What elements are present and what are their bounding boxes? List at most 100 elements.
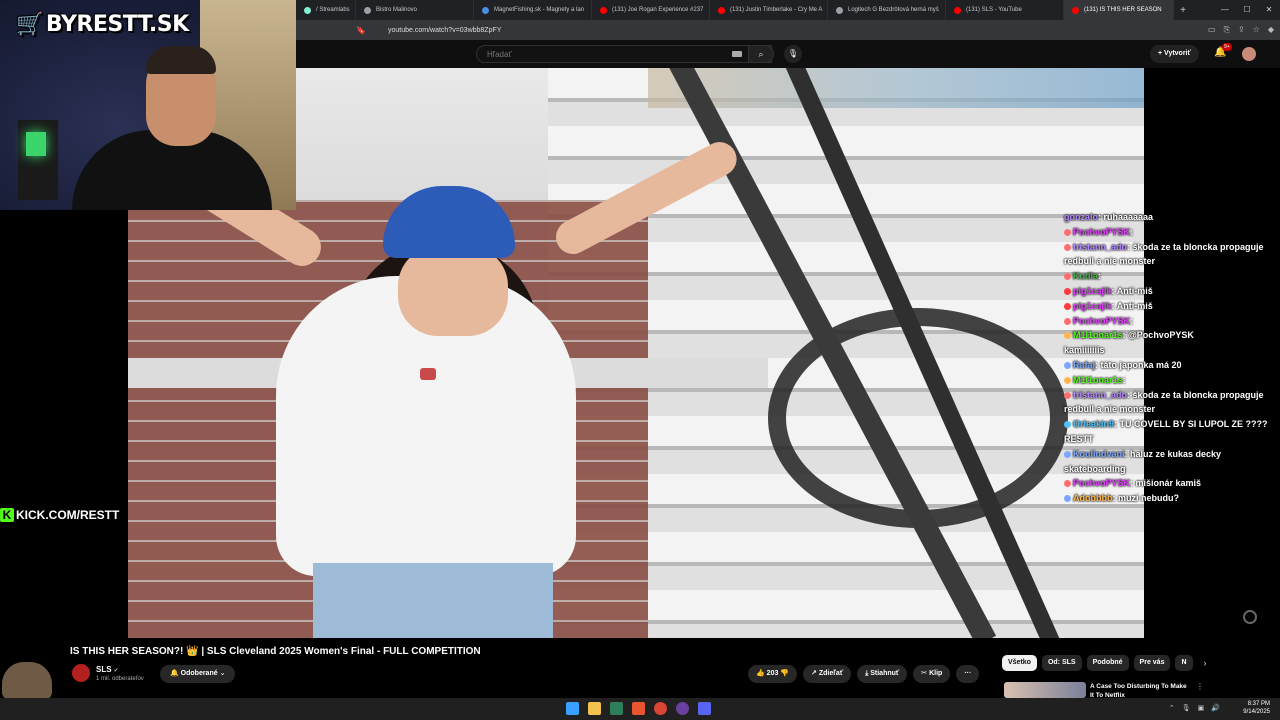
- kick-logo-icon: K: [0, 508, 14, 522]
- download-button[interactable]: ⤓ Stiahnuť: [857, 665, 908, 683]
- filter-chip[interactable]: Pre vás: [1133, 655, 1171, 671]
- keyboard-icon[interactable]: [732, 51, 742, 57]
- tab-favicon-icon: [954, 6, 961, 14]
- chat-message: Koulindvani: haluz ze kukas decky skateb…: [1064, 448, 1222, 474]
- chat-message: pig1cajik: Anti-miš: [1064, 284, 1274, 299]
- kick-text: KICK.COM/RESTT: [16, 508, 120, 522]
- filter-chip[interactable]: Od: SLS: [1041, 655, 1082, 671]
- tab-label: Bistro Malinovo: [376, 7, 418, 13]
- chat-text: táto japonka má 20: [1100, 359, 1182, 370]
- chat-message: gonzalo: ruhaaaaaaa: [1064, 212, 1154, 222]
- browser-tab[interactable]: MagnetFishing.sk - Magnety a lan: [474, 0, 592, 20]
- chat-badge-icon: [1064, 376, 1071, 384]
- recommended-video-thumbnail[interactable]: [1004, 682, 1086, 698]
- tab-favicon-icon: [1072, 6, 1079, 14]
- browser-tab[interactable]: (131) Joe Rogan Experience #237: [592, 0, 710, 20]
- share-arrow-icon: ↗: [811, 670, 819, 677]
- cast-icon[interactable]: ▭: [1208, 25, 1216, 35]
- taskbar-clock[interactable]: 8:37 PM 9/14/2025: [1243, 700, 1270, 716]
- like-button[interactable]: 👍 203 👎: [748, 665, 798, 683]
- url-field[interactable]: youtube.com/watch?v=03wbb8ZpFY: [388, 27, 501, 34]
- new-tab-button[interactable]: +: [1174, 5, 1192, 16]
- filter-chip[interactable]: N: [1175, 655, 1193, 671]
- discord-icon[interactable]: [698, 702, 711, 715]
- chat-message: PochvoPYSK:: [1064, 314, 1274, 329]
- filter-chip[interactable]: Všetko: [1002, 655, 1037, 671]
- browser-tab[interactable]: (131) Justin Timberlake - Cry Me A: [710, 0, 828, 20]
- kick-overlay: K KICK.COM/RESTT: [0, 508, 119, 526]
- chat-username: Orleakin9: [1073, 419, 1115, 430]
- skater-face: [398, 246, 508, 336]
- chat-message: Rafaj: táto japonka má 20: [1064, 358, 1274, 373]
- chat-badge-icon: [1064, 243, 1071, 251]
- recommended-video-title[interactable]: A Case Too Disturbing To Make It To Netf…: [1090, 682, 1190, 698]
- address-bar-actions: ▭ ⎘ ⇪ ☆ ◆: [1208, 25, 1274, 35]
- tab-label: (131) SLS - YouTube: [966, 7, 1022, 13]
- brave-browser-icon[interactable]: [632, 702, 645, 715]
- create-button[interactable]: + Vytvoriť: [1150, 45, 1199, 63]
- browser-tab[interactable]: Logitech G Bezdrôtová herná myš: [828, 0, 946, 20]
- share-button[interactable]: ↗ Zdieľať: [803, 665, 852, 683]
- chrome-icon[interactable]: [654, 702, 667, 715]
- chat-username: gonzalo: [1064, 212, 1098, 222]
- browser-tab[interactable]: / Streamlabs: [296, 0, 356, 20]
- mic-tray-icon[interactable]: 🎙: [1182, 704, 1191, 712]
- chat-badge-icon: [1064, 332, 1071, 340]
- star-icon[interactable]: ☆: [1253, 25, 1260, 35]
- skater-jeans: [313, 563, 553, 638]
- skater-helmet: [383, 186, 515, 258]
- tab-label: (131) Justin Timberlake - Cry Me A: [730, 7, 823, 13]
- close-icon[interactable]: ✕: [1258, 0, 1280, 20]
- chat-text: @PochvoPYSK: [1128, 330, 1194, 341]
- bookmark-icon[interactable]: 🔖: [356, 26, 366, 35]
- filter-chip[interactable]: Podobné: [1086, 655, 1129, 671]
- minimize-icon[interactable]: —: [1214, 0, 1236, 20]
- share-icon[interactable]: ⇪: [1238, 25, 1245, 35]
- chat-badge-icon: [1064, 287, 1071, 295]
- file-explorer-icon[interactable]: [588, 702, 601, 715]
- chat-username: pig1cajik: [1073, 285, 1112, 296]
- volume-icon[interactable]: 🔊: [1211, 704, 1220, 712]
- browser-tab[interactable]: Bistro Malinovo: [356, 0, 474, 20]
- clip-button[interactable]: ✂ Klip: [913, 665, 951, 683]
- chat-message: pig1cajik: Anti-miš: [1064, 299, 1274, 314]
- mic-icon: 🎙: [787, 49, 799, 58]
- obs-icon[interactable]: [676, 702, 689, 715]
- chat-username: tristann_ado: [1073, 389, 1128, 400]
- address-bar: 🔖 youtube.com/watch?v=03wbb8ZpFY ▭ ⎘ ⇪ ☆…: [296, 20, 1280, 40]
- translate-icon[interactable]: ⎘: [1224, 25, 1230, 35]
- chat-message: M1l1onar1s: @PochvoPYSK: [1064, 328, 1274, 343]
- search-button[interactable]: ⌕: [748, 45, 774, 63]
- chat-message: Orleakin9: TU COVELL BY SI LUPOL ZE ????…: [1064, 419, 1268, 444]
- video-title: IS THIS HER SEASON?! 👑 | SLS Cleveland 2…: [70, 646, 481, 657]
- subscribe-button[interactable]: 🔔 Odoberané ⌄: [160, 665, 236, 683]
- tab-favicon-icon: [836, 6, 843, 14]
- windows-start-icon[interactable]: [566, 702, 579, 715]
- chat-message: PochvoPYSK: mišionár kamiš: [1064, 476, 1274, 491]
- settings-gear-icon[interactable]: [1243, 610, 1257, 624]
- verified-icon: ✔: [113, 668, 119, 674]
- terminal-icon[interactable]: [610, 702, 623, 715]
- channel-subscribers: 1 mil. odberateľov: [96, 676, 144, 682]
- extension-icon[interactable]: ◆: [1268, 25, 1274, 35]
- more-actions-button[interactable]: ···: [956, 665, 980, 683]
- chevron-right-icon[interactable]: ›: [1198, 655, 1207, 671]
- thumbs-down-icon[interactable]: 👎: [780, 670, 789, 677]
- voice-search-button[interactable]: 🎙: [784, 45, 802, 63]
- bell-icon: 🔔: [170, 670, 181, 677]
- browser-tab[interactable]: (131) SLS - YouTube: [946, 0, 1064, 20]
- stream-chat-overlay: gonzalo: ruhaaaaaaa PochvoPYSK: tristann_…: [1064, 210, 1274, 506]
- channel-avatar[interactable]: [72, 664, 90, 682]
- chevron-up-icon[interactable]: ⌃: [1169, 704, 1175, 712]
- chat-badge-icon: [1064, 228, 1071, 236]
- search-input[interactable]: Hľadať: [476, 45, 772, 63]
- chat-username: Koulindvani: [1073, 448, 1125, 459]
- network-icon[interactable]: ▣: [1198, 704, 1205, 712]
- channel-name[interactable]: SLS ✔: [96, 665, 119, 674]
- user-avatar[interactable]: [1242, 47, 1256, 61]
- recommended-more-icon[interactable]: ⋮: [1196, 682, 1204, 691]
- tab-favicon-icon: [364, 6, 371, 14]
- tab-label: / Streamlabs: [316, 7, 350, 13]
- maximize-icon[interactable]: ☐: [1236, 0, 1258, 20]
- browser-tab[interactable]: (131) IS THIS HER SEASON: [1064, 0, 1174, 20]
